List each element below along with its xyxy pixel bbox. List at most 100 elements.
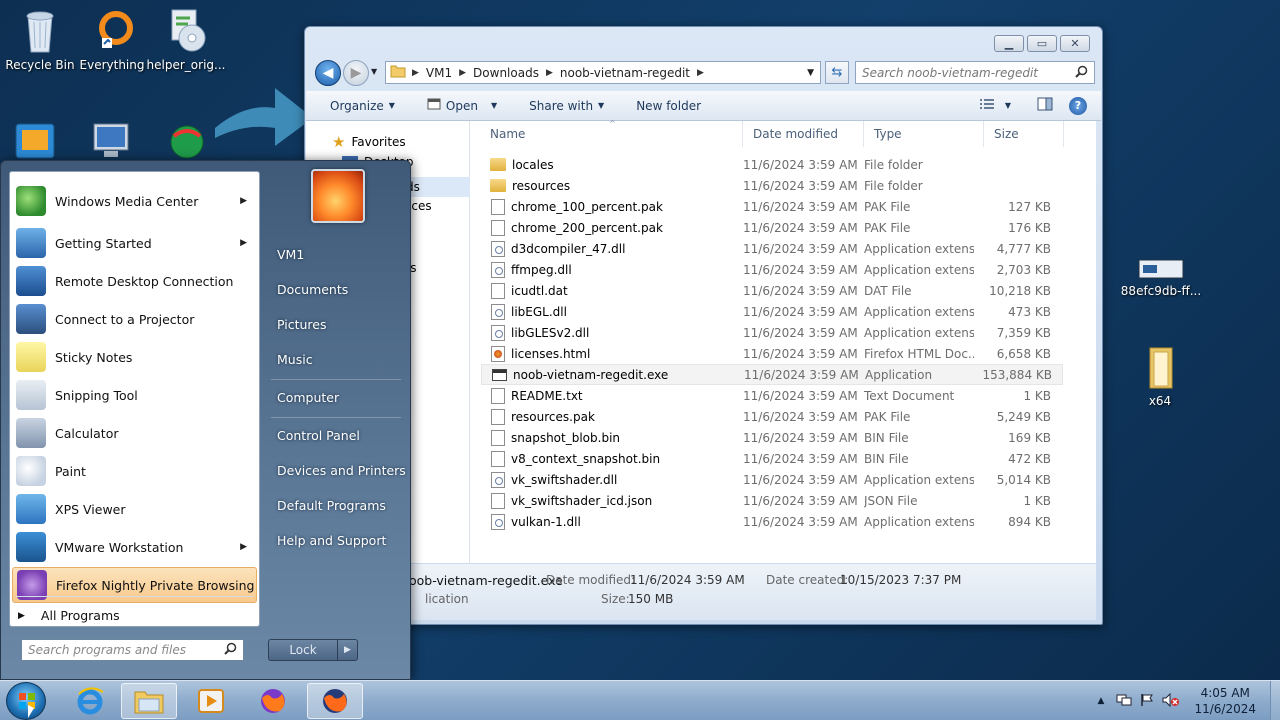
taskbar-firefox[interactable] xyxy=(245,683,301,719)
column-header-name[interactable]: Name ^ xyxy=(481,119,743,147)
file-row[interactable]: noob-vietnam-regedit.exe 11/6/2024 3:59 A… xyxy=(481,364,1063,385)
start-link-help-support[interactable]: Help and Support xyxy=(277,533,386,548)
file-row[interactable]: snapshot_blob.bin 11/6/2024 3:59 AM BIN Fi… xyxy=(481,427,1063,448)
start-button[interactable] xyxy=(6,682,46,720)
start-link-music[interactable]: Music xyxy=(277,352,313,367)
start-link-devices-printers[interactable]: Devices and Printers xyxy=(277,463,406,478)
taskbar-internet-explorer[interactable] xyxy=(62,683,118,719)
desktop-icon-everything[interactable]: Everything xyxy=(72,8,152,72)
file-row[interactable]: chrome_100_percent.pak 11/6/2024 3:59 AM P… xyxy=(481,196,1063,217)
taskbar-media-player[interactable] xyxy=(183,683,239,719)
file-row[interactable]: libEGL.dll 11/6/2024 3:59 AM Application e… xyxy=(481,301,1063,322)
start-program-item[interactable]: Remote Desktop Connection xyxy=(12,263,257,299)
start-search-input[interactable]: Search programs and files xyxy=(21,639,244,661)
file-row[interactable]: v8_context_snapshot.bin 11/6/2024 3:59 AM… xyxy=(481,448,1063,469)
snipping-tool-icon xyxy=(16,380,46,410)
start-program-item[interactable]: Sticky Notes xyxy=(12,339,257,375)
close-button[interactable]: ✕ xyxy=(1060,35,1090,52)
lock-options-arrow[interactable]: ▶ xyxy=(337,640,357,660)
help-button[interactable]: ? xyxy=(1069,96,1087,115)
desktop-icon-x64[interactable]: x64 xyxy=(1120,344,1200,408)
start-program-item[interactable]: Firefox Nightly Private Browsing xyxy=(12,567,257,603)
address-dropdown-icon[interactable]: ▼ xyxy=(807,68,814,78)
refresh-button[interactable]: ⇆ xyxy=(825,61,849,84)
start-program-item[interactable]: Connect to a Projector xyxy=(12,301,257,337)
file-date: 11/6/2024 3:59 AM xyxy=(743,220,858,235)
minimize-button[interactable]: ▁ xyxy=(994,35,1024,52)
start-program-item[interactable]: VMware Workstation ▶ xyxy=(12,529,257,565)
file-row[interactable]: d3dcompiler_47.dll 11/6/2024 3:59 AM Appli… xyxy=(481,238,1063,259)
breadcrumb-downloads[interactable]: Downloads xyxy=(466,66,546,80)
action-center-flag-icon[interactable] xyxy=(1140,693,1154,710)
show-hidden-icons-button[interactable]: ▲ xyxy=(1098,696,1105,706)
lock-button[interactable]: Lock ▶ xyxy=(268,639,358,661)
breadcrumb-separator[interactable]: ▶ xyxy=(697,68,704,78)
start-link-default-programs[interactable]: Default Programs xyxy=(277,498,386,513)
file-row[interactable]: resources.pak 11/6/2024 3:59 AM PAK File 5,… xyxy=(481,406,1063,427)
desktop-icon-88efc9db[interactable]: 88efc9db-ff... xyxy=(1120,258,1202,298)
column-header-type[interactable]: Type xyxy=(864,121,984,147)
all-programs-button[interactable]: ▶ All Programs xyxy=(18,608,120,623)
file-row[interactable]: libGLESv2.dll 11/6/2024 3:59 AM Applicatio… xyxy=(481,322,1063,343)
show-desktop-button[interactable] xyxy=(1270,681,1280,720)
start-program-item[interactable]: Getting Started ▶ xyxy=(12,225,257,261)
volume-muted-icon[interactable] xyxy=(1162,692,1180,710)
start-program-label: Sticky Notes xyxy=(55,349,133,365)
computer-icon[interactable] xyxy=(88,122,134,160)
file-row[interactable]: licenses.html 11/6/2024 3:59 AM Firefox HT… xyxy=(481,343,1063,364)
new-folder-button[interactable]: New folder xyxy=(624,99,713,113)
column-header-date[interactable]: Date modified xyxy=(743,121,864,147)
recent-pages-dropdown[interactable]: ▼ xyxy=(371,67,377,76)
start-link-user[interactable]: VM1 xyxy=(277,247,304,262)
start-program-item[interactable]: Paint xyxy=(12,453,257,489)
view-options-button[interactable]: ▼ xyxy=(979,98,1011,113)
file-row[interactable]: chrome_200_percent.pak 11/6/2024 3:59 AM P… xyxy=(481,217,1063,238)
start-menu-places-pane: VM1 Documents Pictures Music Computer Co… xyxy=(261,161,411,679)
breadcrumb-vm1[interactable]: VM1 xyxy=(419,66,459,80)
share-with-button[interactable]: Share with ▼ xyxy=(517,99,616,113)
file-row[interactable]: vulkan-1.dll 11/6/2024 3:59 AM Application… xyxy=(481,511,1063,532)
start-link-control-panel[interactable]: Control Panel xyxy=(277,428,360,443)
details-size-label: Size: xyxy=(601,592,630,606)
file-row[interactable]: icudtl.dat 11/6/2024 3:59 AM DAT File 10,21… xyxy=(481,280,1063,301)
column-header-size[interactable]: Size xyxy=(984,121,1064,147)
breadcrumb-current-folder[interactable]: noob-vietnam-regedit xyxy=(553,66,697,80)
file-name: chrome_200_percent.pak xyxy=(511,220,663,235)
taskbar-windows-explorer[interactable] xyxy=(121,683,177,719)
file-name: resources xyxy=(512,178,571,193)
file-row[interactable]: ffmpeg.dll 11/6/2024 3:59 AM Application e… xyxy=(481,259,1063,280)
globe-app-icon[interactable] xyxy=(164,122,210,160)
file-row[interactable]: README.txt 11/6/2024 3:59 AM Text Document… xyxy=(481,385,1063,406)
file-row[interactable]: resources 11/6/2024 3:59 AM File folder xyxy=(481,175,1063,196)
start-program-item[interactable]: Snipping Tool xyxy=(12,377,257,413)
organize-button[interactable]: Organize ▼ xyxy=(306,99,407,113)
forward-button[interactable]: ▶ xyxy=(343,60,369,86)
breadcrumb-separator[interactable]: ▶ xyxy=(412,68,419,78)
file-row[interactable]: vk_swiftshader.dll 11/6/2024 3:59 AM Appli… xyxy=(481,469,1063,490)
address-bar[interactable]: ▶ VM1 ▶ Downloads ▶ noob-vietnam-regedit… xyxy=(385,61,821,84)
search-input[interactable]: Search noob-vietnam-regedit xyxy=(855,61,1095,84)
taskbar-firefox-nightly[interactable] xyxy=(307,683,363,719)
maximize-button[interactable]: ▭ xyxy=(1027,35,1057,52)
desktop-icon-recycle-bin[interactable]: Recycle Bin xyxy=(0,8,80,72)
start-program-item[interactable]: Calculator xyxy=(12,415,257,451)
preview-pane-button[interactable] xyxy=(1037,97,1053,114)
monitor-app-icon[interactable] xyxy=(12,122,58,160)
network-icon[interactable] xyxy=(1116,693,1132,710)
open-button[interactable]: Open ▼ xyxy=(415,98,509,113)
recycle-bin-icon xyxy=(16,8,64,54)
start-program-item[interactable]: XPS Viewer xyxy=(12,491,257,527)
clock[interactable]: 4:05 AM 11/6/2024 xyxy=(1194,685,1256,717)
breadcrumb-separator[interactable]: ▶ xyxy=(459,68,466,78)
back-button[interactable]: ◀ xyxy=(315,60,341,86)
start-link-computer[interactable]: Computer xyxy=(277,390,339,405)
breadcrumb-separator[interactable]: ▶ xyxy=(546,68,553,78)
start-link-pictures[interactable]: Pictures xyxy=(277,317,327,332)
file-row[interactable]: locales 11/6/2024 3:59 AM File folder xyxy=(481,154,1063,175)
file-row[interactable]: vk_swiftshader_icd.json 11/6/2024 3:59 AM… xyxy=(481,490,1063,511)
chevron-down-icon: ▼ xyxy=(598,101,605,110)
start-program-item[interactable]: Windows Media Center ▶ xyxy=(12,183,257,219)
start-link-documents[interactable]: Documents xyxy=(277,282,348,297)
desktop-icon-helper[interactable]: helper_orig... xyxy=(146,8,226,72)
nav-favorites[interactable]: ★ Favorites xyxy=(332,133,406,151)
